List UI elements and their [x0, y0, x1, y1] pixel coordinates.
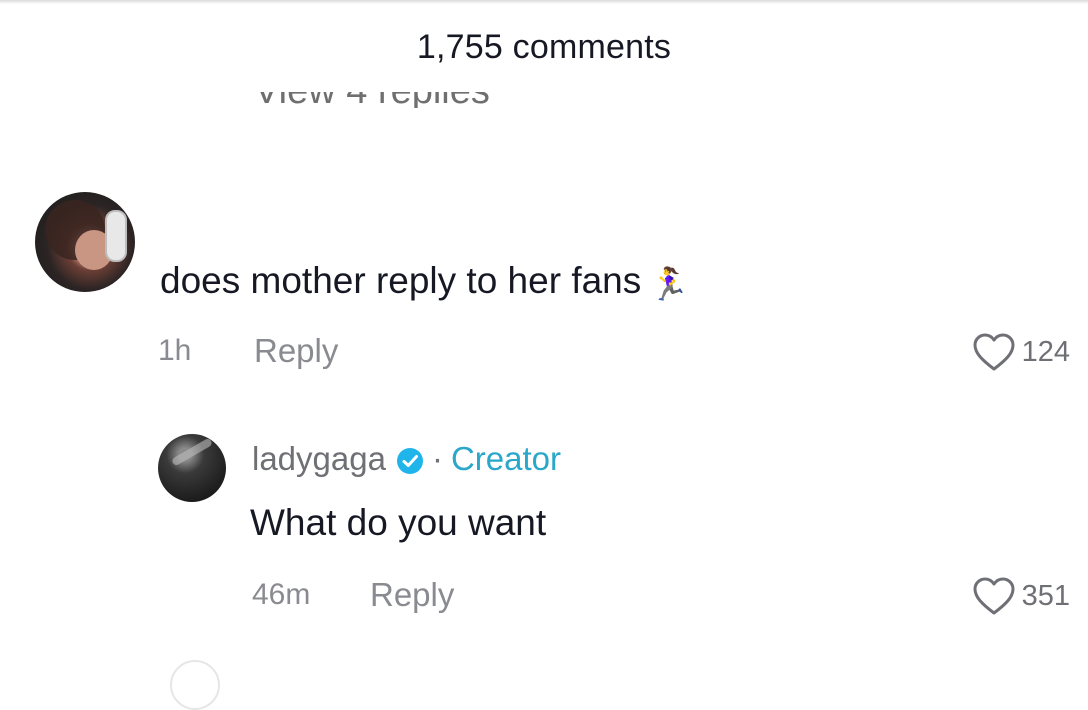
reply-username[interactable]: ladygaga	[252, 440, 386, 478]
view-replies-link[interactable]: View 4 replies	[254, 64, 490, 108]
heart-outline-icon	[972, 576, 1016, 616]
reply-like-button[interactable]: 351	[972, 576, 1070, 616]
comment-reply-button[interactable]: Reply	[254, 332, 338, 370]
comment-text: does mother reply to her fans 🏃‍♀️	[160, 260, 689, 303]
avatar-headphone	[105, 210, 127, 262]
heart-outline-icon	[972, 332, 1016, 372]
reply-timestamp: 46m	[252, 578, 311, 611]
commenter-avatar[interactable]	[35, 192, 135, 292]
like-count: 351	[1021, 579, 1070, 612]
like-count: 124	[1021, 335, 1070, 368]
reply-reply-button[interactable]: Reply	[370, 576, 454, 614]
woman-running-emoji-icon: 🏃‍♀️	[649, 266, 690, 302]
reply-author-row: ladygaga · Creator	[252, 440, 561, 478]
avatar-detail	[170, 437, 214, 467]
reply-text: What do you want	[250, 502, 547, 543]
comment-like-button[interactable]: 124	[972, 332, 1070, 372]
creator-badge: Creator	[450, 440, 561, 477]
separator-dot: ·	[431, 440, 443, 477]
comments-count-title: 1,755 comments	[416, 28, 672, 66]
comment-body: does mother reply to her fans	[160, 260, 642, 301]
next-comment-avatar	[170, 660, 220, 710]
view-replies-label: View 4 replies	[254, 70, 490, 108]
creator-avatar[interactable]	[158, 434, 226, 502]
comment-timestamp: 1h	[158, 334, 192, 367]
sheet-top-edge	[0, 0, 1088, 4]
verified-check-icon	[396, 445, 424, 474]
